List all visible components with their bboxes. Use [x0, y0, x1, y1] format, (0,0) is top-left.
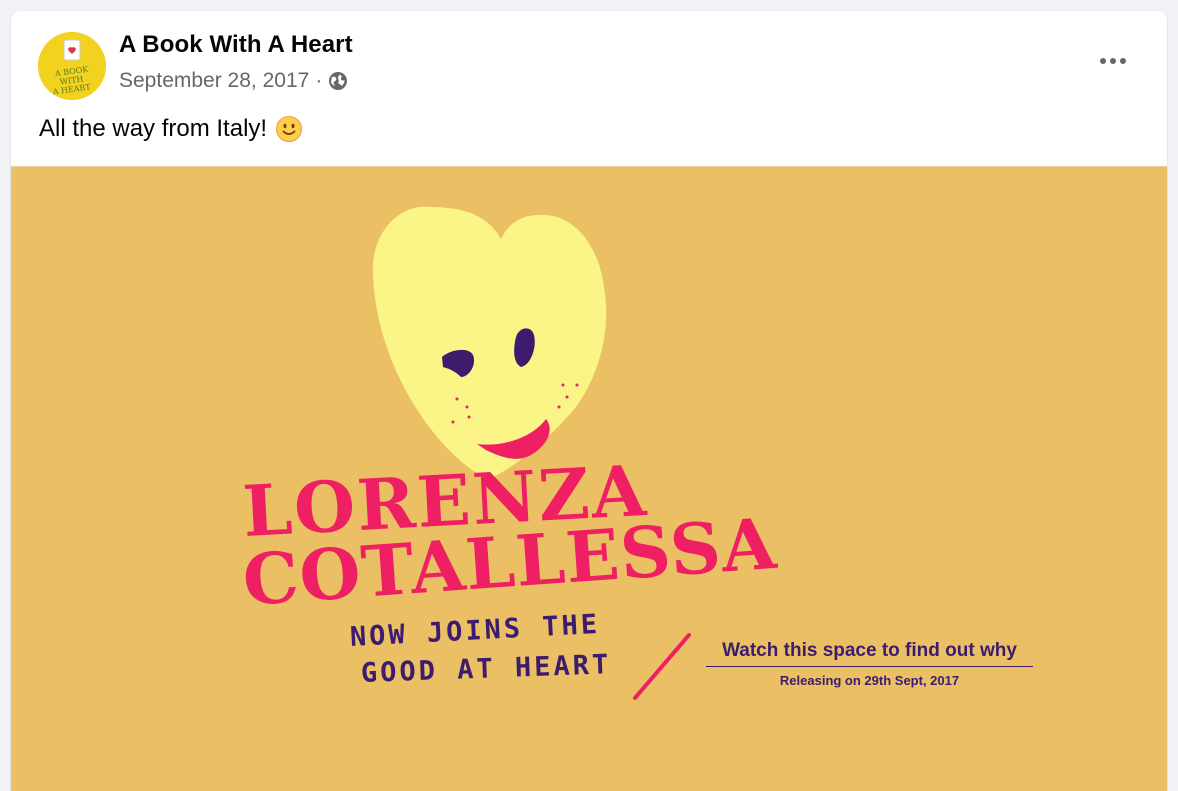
- post-caption: All the way from Italy!: [39, 115, 303, 143]
- page-name[interactable]: A Book With A Heart: [119, 31, 353, 59]
- meta-separator: ·: [315, 69, 323, 92]
- more-options-icon[interactable]: [1093, 43, 1133, 79]
- avatar[interactable]: A BOOK WITH A HEART: [38, 32, 106, 100]
- caption-text: All the way from Italy!: [39, 115, 268, 142]
- post-meta: September 28, 2017 ·: [119, 69, 348, 93]
- slightly-smiling-face-icon: [275, 115, 303, 143]
- post-card: A BOOK WITH A HEART A Book With A Heart …: [11, 11, 1167, 791]
- post-image[interactable]: LORENZA COTALLESSA NOW JOINS THE GOOD AT…: [11, 166, 1167, 791]
- watch-text: Watch this space to find out why: [706, 640, 1033, 667]
- release-text: Releasing on 29th Sept, 2017: [779, 673, 960, 688]
- page-logo: A BOOK WITH A HEART: [38, 32, 106, 100]
- post-date[interactable]: September 28, 2017: [119, 69, 309, 93]
- globe-icon[interactable]: [328, 71, 348, 91]
